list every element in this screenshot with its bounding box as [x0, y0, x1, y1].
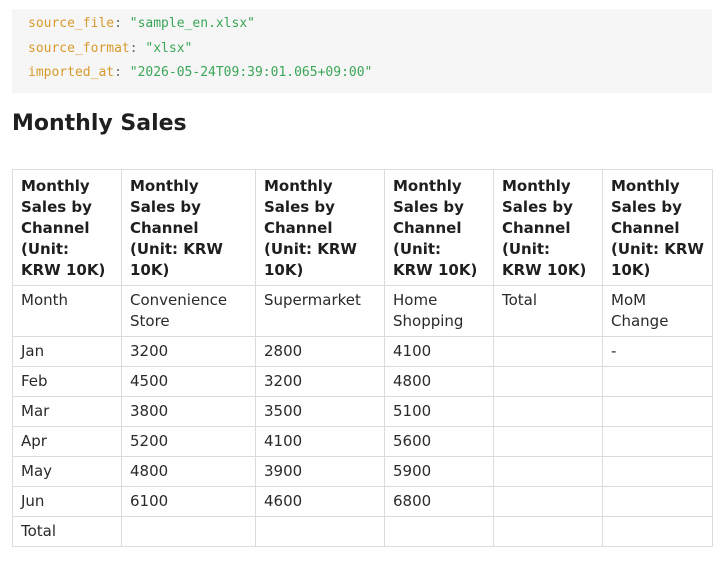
- table-row: Jun 6100 4600 6800: [12, 486, 713, 517]
- table-cell: [493, 396, 603, 427]
- column-header: Monthly Sales by Channel (Unit: KRW 10K): [493, 169, 603, 286]
- table-cell: [602, 456, 713, 487]
- table-row: Apr 5200 4100 5600: [12, 426, 713, 457]
- table-header-row: Monthly Sales by Channel (Unit: KRW 10K)…: [12, 169, 713, 286]
- frontmatter-value: "sample_en.xlsx": [129, 16, 255, 31]
- frontmatter-colon: :: [129, 40, 146, 56]
- table-cell: [121, 516, 256, 547]
- frontmatter-key: imported_at: [28, 65, 115, 80]
- table-cell: Jan: [12, 336, 122, 367]
- table-cell: Apr: [12, 426, 122, 457]
- table-cell: 3800: [121, 396, 256, 427]
- table-row: Month Convenience Store Supermarket Home…: [12, 285, 713, 337]
- table-cell: [255, 516, 385, 547]
- table-cell: 4100: [384, 336, 494, 367]
- table-cell: [493, 516, 603, 547]
- table-cell: Mar: [12, 396, 122, 427]
- column-header: Monthly Sales by Channel (Unit: KRW 10K): [384, 169, 494, 286]
- frontmatter-colon: :: [114, 16, 130, 31]
- table-cell: Month: [12, 285, 122, 337]
- table-cell: [602, 396, 713, 427]
- table-cell: 3200: [255, 366, 385, 397]
- table-cell: -: [602, 336, 713, 367]
- frontmatter-value: "2026-05-24T09:39:01.065+09:00": [129, 65, 373, 80]
- table-cell: [493, 426, 603, 457]
- table-cell: Total: [493, 285, 603, 337]
- table-cell: [493, 456, 603, 487]
- table-cell: 6100: [121, 486, 256, 517]
- table-row: Total: [12, 516, 713, 547]
- table-cell: Total: [12, 516, 122, 547]
- frontmatter-key: source_file: [28, 16, 115, 31]
- table-row: Feb 4500 3200 4800: [12, 366, 713, 397]
- table-cell: [602, 426, 713, 457]
- table-cell: 2800: [255, 336, 385, 367]
- table-row: Mar 3800 3500 5100: [12, 396, 713, 427]
- table-cell: 4800: [121, 456, 256, 487]
- table-cell: [493, 486, 603, 517]
- table-cell: 4800: [384, 366, 494, 397]
- column-header: Monthly Sales by Channel (Unit: KRW 10K): [12, 169, 122, 286]
- column-header: Monthly Sales by Channel (Unit: KRW 10K): [255, 169, 385, 286]
- table-cell: 4500: [121, 366, 256, 397]
- table-head: Monthly Sales by Channel (Unit: KRW 10K)…: [12, 169, 713, 286]
- table-row: May 4800 3900 5900: [12, 456, 713, 487]
- table-cell: Home Shopping: [384, 285, 494, 337]
- table-cell: [602, 486, 713, 517]
- table-cell: [602, 516, 713, 547]
- frontmatter-key: source_format: [28, 40, 130, 56]
- table-body: Month Convenience Store Supermarket Home…: [12, 285, 713, 547]
- table-cell: 5900: [384, 456, 494, 487]
- table-cell: 5600: [384, 426, 494, 457]
- table-cell: 4600: [255, 486, 385, 517]
- table-cell: Feb: [12, 366, 122, 397]
- table-cell: 4100: [255, 426, 385, 457]
- table-row: Jan 3200 2800 4100 -: [12, 336, 713, 367]
- table-cell: 5200: [121, 426, 256, 457]
- column-header: Monthly Sales by Channel (Unit: KRW 10K): [602, 169, 713, 286]
- table-cell: 5100: [384, 396, 494, 427]
- table-cell: MoM Change: [602, 285, 713, 337]
- frontmatter-colon: :: [114, 65, 130, 80]
- table-cell: 3900: [255, 456, 385, 487]
- page-title: Monthly Sales: [12, 111, 187, 136]
- table-cell: 3200: [121, 336, 256, 367]
- frontmatter-block: source_file: "sample_en.xlsx" source_for…: [12, 9, 712, 93]
- table-cell: [602, 366, 713, 397]
- table-cell: [493, 336, 603, 367]
- frontmatter-line: source_format: "xlsx": [28, 37, 712, 62]
- table-cell: Jun: [12, 486, 122, 517]
- table-cell: Supermarket: [255, 285, 385, 337]
- table-cell: Convenience Store: [121, 285, 256, 337]
- table-cell: [384, 516, 494, 547]
- frontmatter-line: source_file: "sample_en.xlsx": [28, 12, 712, 37]
- column-header: Monthly Sales by Channel (Unit: KRW 10K): [121, 169, 256, 286]
- frontmatter-value: "xlsx": [145, 40, 193, 56]
- frontmatter-line: imported_at: "2026-05-24T09:39:01.065+09…: [28, 61, 712, 86]
- table-cell: [493, 366, 603, 397]
- table-cell: 6800: [384, 486, 494, 517]
- sales-table: Monthly Sales by Channel (Unit: KRW 10K)…: [12, 169, 713, 547]
- table-cell: 3500: [255, 396, 385, 427]
- table-cell: May: [12, 456, 122, 487]
